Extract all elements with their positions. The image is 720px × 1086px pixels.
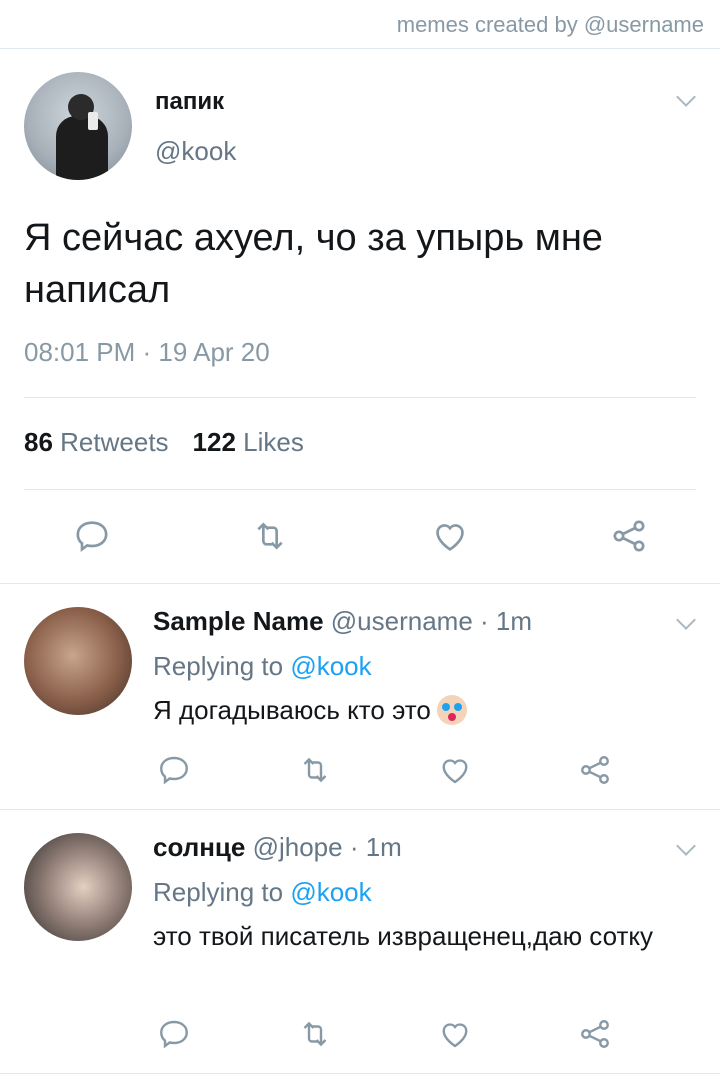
divider [24,489,696,490]
retweet-icon[interactable] [297,752,333,788]
retweet-icon[interactable] [250,516,290,556]
reply-text: это твой писатель извращенец,даю сотку [153,921,654,951]
author-handle[interactable]: @kook [155,136,236,167]
reply-text-row: Я догадываюсь кто это [153,692,673,728]
reply-icon[interactable] [156,1016,192,1052]
share-icon[interactable] [609,516,649,556]
tweet-timestamp: 08:01 PM · 19 Apr 20 [24,337,270,367]
likes-count: 122 [192,427,236,457]
avatar[interactable] [24,607,132,715]
divider [0,48,720,49]
chevron-down-icon[interactable] [676,610,696,630]
like-icon[interactable] [437,752,473,788]
divider [24,397,696,398]
author-name[interactable]: солнце [153,832,245,862]
tweet-stats: 86 Retweets 122 Likes [24,427,304,458]
like-icon[interactable] [437,1016,473,1052]
clown-face-emoji [436,695,467,725]
mention-link[interactable]: @kook [290,877,371,907]
replying-to: Replying to @kook [153,651,372,682]
author-name[interactable]: Sample Name [153,606,324,636]
retweets-label: Retweets [60,427,169,457]
author-meta: @username · 1m [330,606,532,636]
reply-header: солнце @jhope · 1m [153,832,402,863]
replying-prefix: Replying to [153,651,284,681]
divider [0,583,720,584]
author-name[interactable]: папик [155,88,224,116]
reply-icon[interactable] [156,752,192,788]
chevron-down-icon[interactable] [676,836,696,856]
like-icon[interactable] [430,516,470,556]
retweet-icon[interactable] [297,1016,333,1052]
chevron-down-icon[interactable] [676,87,696,107]
reply-header: Sample Name @username · 1m [153,606,532,637]
retweets-count: 86 [24,427,53,457]
author-meta: @jhope · 1m [252,832,402,862]
share-icon[interactable] [577,1016,613,1052]
reply-text: Я догадываюсь кто это [153,695,431,725]
mention-link[interactable]: @kook [290,651,371,681]
tweet-text: Я сейчас ахуел, чо за упырь мне написал [24,217,603,311]
avatar[interactable] [24,72,132,180]
avatar[interactable] [24,833,132,941]
divider [0,1073,720,1074]
share-icon[interactable] [577,752,613,788]
replying-prefix: Replying to [153,877,284,907]
likes-link[interactable]: 122 Likes [193,427,304,457]
replying-to: Replying to @kook [153,877,372,908]
watermark: memes created by @username [396,12,704,37]
divider [0,809,720,810]
reply-icon[interactable] [72,516,112,556]
likes-label: Likes [243,427,304,457]
retweets-link[interactable]: 86 Retweets [24,427,169,457]
